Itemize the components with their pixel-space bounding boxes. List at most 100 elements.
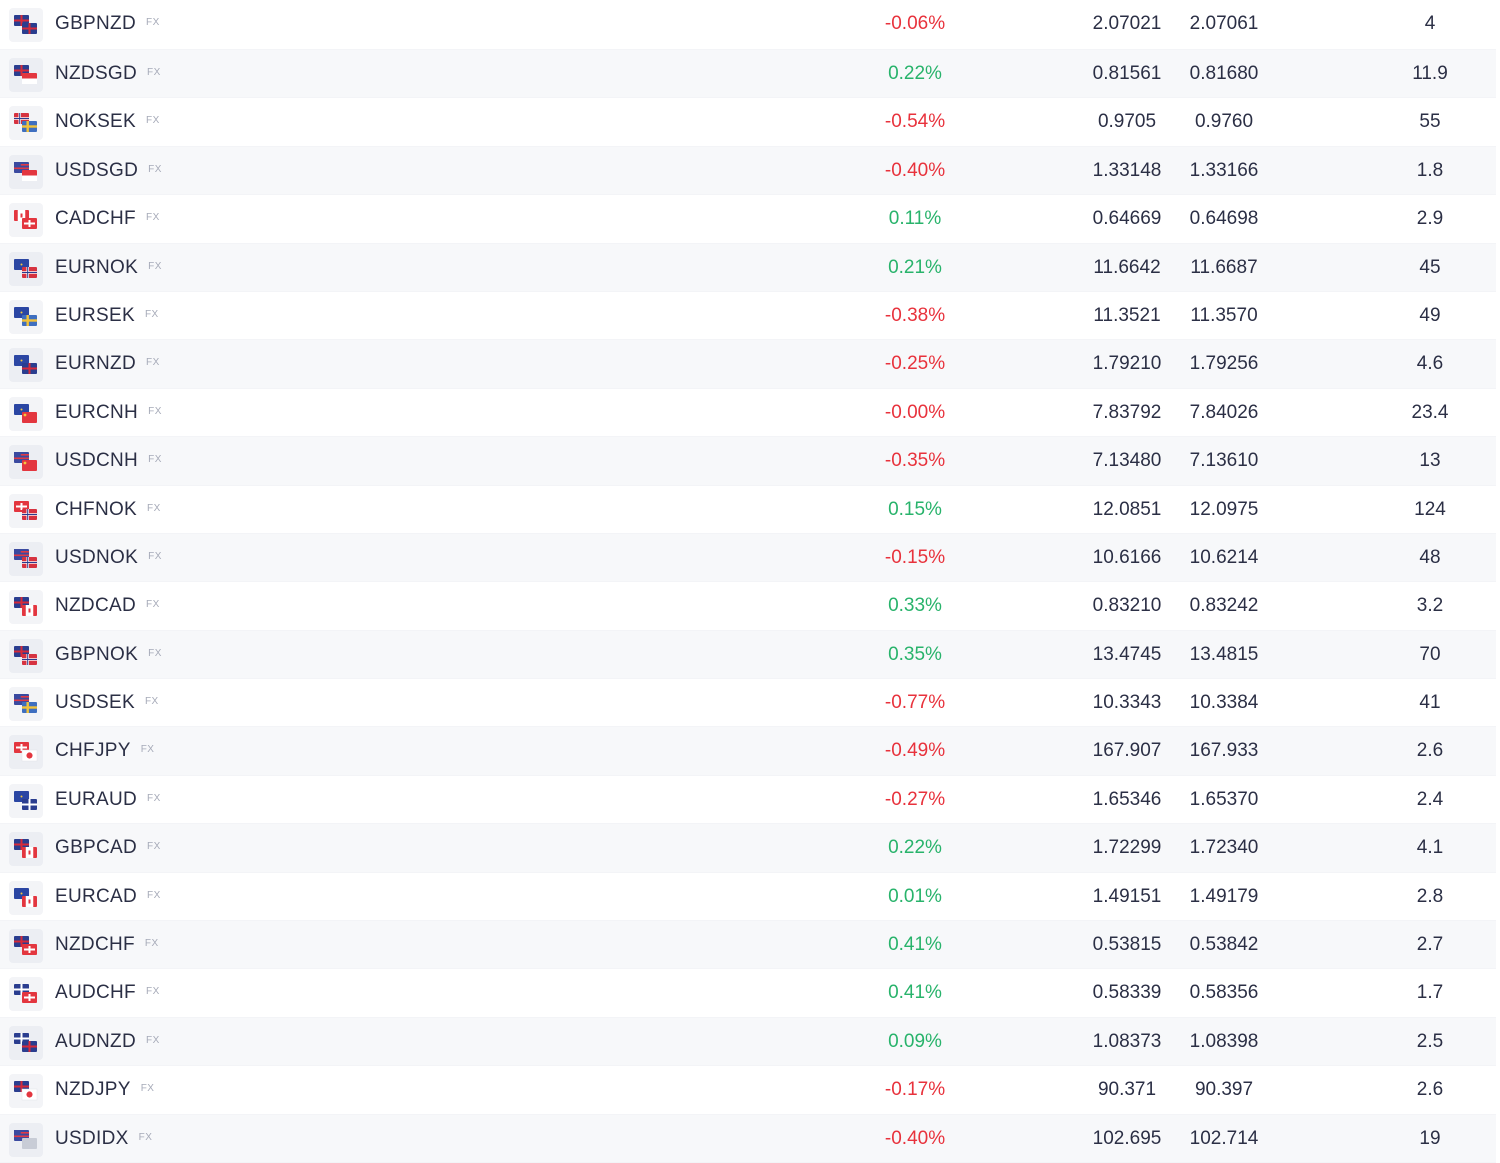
instrument-symbol: CADCHF FX [55, 195, 160, 243]
currency-flags-icon [9, 832, 43, 867]
bid-price: 1.33148 [1092, 159, 1162, 181]
bid-price: 7.83792 [1092, 401, 1162, 423]
table-row[interactable]: EURAUD FX -0.27% 1.65346 1.65370 2.4 [0, 776, 1496, 825]
spread-value: 4.1 [1416, 837, 1444, 859]
currency-flags-icon [9, 493, 43, 528]
spread-value: 19 [1419, 1127, 1441, 1149]
table-row[interactable]: CHFJPY FX -0.49% 167.907 167.933 2.6 [0, 727, 1496, 776]
instrument-symbol: EURSEK FX [55, 292, 159, 340]
bid-price: 1.49151 [1092, 885, 1162, 907]
spread-value: 2.8 [1416, 885, 1444, 907]
table-row[interactable]: USDNOK FX -0.15% 10.6166 10.6214 48 [0, 533, 1496, 583]
asset-type-badge: FX [147, 841, 161, 853]
change-percent: 0.35% [888, 643, 942, 665]
asset-type-badge: FX [138, 1131, 153, 1143]
table-row[interactable]: NZDSGD FX 0.22% 0.81561 0.81680 11.9 [0, 50, 1496, 99]
table-row[interactable]: NZDCAD FX 0.33% 0.83210 0.83242 3.2 [0, 582, 1496, 631]
spread-value: 49 [1419, 304, 1441, 326]
asset-type-badge: FX [148, 454, 162, 466]
instrument-symbol: NOKSEK FX [55, 98, 160, 146]
spread-value: 1.8 [1416, 159, 1444, 181]
spread-value: 2.4 [1416, 788, 1444, 810]
ask-price: 7.84026 [1189, 401, 1259, 423]
ask-price: 12.0975 [1189, 498, 1259, 520]
ask-price: 1.79256 [1189, 353, 1259, 375]
asset-type-badge: FX [145, 357, 160, 369]
change-percent: 0.33% [888, 595, 942, 617]
spread-value: 1.7 [1416, 982, 1444, 1004]
change-percent: 0.41% [888, 934, 942, 956]
instrument-symbol: EURAUD FX [55, 776, 161, 824]
change-percent: 0.15% [888, 498, 942, 520]
change-percent: -0.49% [884, 740, 946, 762]
table-row[interactable]: USDSGD FX -0.40% 1.33148 1.33166 1.8 [0, 146, 1496, 196]
instrument-symbol: NZDCHF FX [55, 921, 159, 969]
currency-flags-icon [9, 348, 43, 383]
bid-price: 0.53815 [1092, 934, 1162, 956]
instrument-symbol: NZDSGD FX [55, 50, 161, 98]
table-row[interactable]: GBPNOK FX 0.35% 13.4745 13.4815 70 [0, 630, 1496, 680]
table-row[interactable]: CHFNOK FX 0.15% 12.0851 12.0975 124 [0, 486, 1496, 534]
change-percent: -0.35% [884, 450, 946, 472]
table-row[interactable]: GBPCAD FX 0.22% 1.72299 1.72340 4.1 [0, 824, 1496, 873]
spread-value: 2.6 [1416, 1079, 1444, 1101]
instrument-symbol: USDSEK FX [55, 679, 159, 727]
currency-flags-icon [9, 1122, 43, 1157]
currency-flags-icon [9, 8, 43, 42]
table-row[interactable]: EURNOK FX 0.21% 11.6642 11.6687 45 [0, 243, 1496, 292]
bid-price: 2.07021 [1092, 13, 1162, 34]
asset-type-badge: FX [144, 308, 159, 320]
asset-type-badge: FX [146, 115, 160, 127]
table-row[interactable]: AUDCHF FX 0.41% 0.58339 0.58356 1.7 [0, 969, 1496, 1018]
bid-price: 1.65346 [1092, 788, 1162, 810]
currency-flags-icon [9, 1074, 43, 1109]
instrument-symbol: USDCNH FX [55, 437, 162, 485]
table-row[interactable]: CADCHF FX 0.11% 0.64669 0.64698 2.9 [0, 195, 1496, 244]
spread-value: 2.7 [1416, 934, 1444, 956]
instrument-symbol: EURCAD FX [55, 873, 161, 921]
bid-price: 12.0851 [1092, 498, 1162, 520]
asset-type-badge: FX [148, 550, 162, 562]
bid-price: 10.3343 [1092, 692, 1162, 714]
change-percent: 0.22% [888, 63, 942, 84]
change-percent: -0.15% [884, 546, 946, 568]
table-row[interactable]: EURCNH FX -0.00% 7.83792 7.84026 23.4 [0, 389, 1496, 438]
spread-value: 55 [1419, 111, 1441, 133]
instrument-symbol: CHFNOK FX [55, 486, 161, 534]
currency-flags-icon [9, 783, 43, 818]
change-percent: -0.54% [884, 111, 946, 133]
currency-flags-icon [9, 590, 43, 625]
change-percent: 0.01% [888, 885, 942, 907]
table-row[interactable]: USDSEK FX -0.77% 10.3343 10.3384 41 [0, 679, 1496, 728]
asset-type-badge: FX [145, 986, 160, 998]
bid-price: 0.9705 [1097, 111, 1157, 133]
asset-type-badge: FX [144, 938, 159, 950]
asset-type-badge: FX [147, 889, 161, 901]
table-row[interactable]: USDCNH FX -0.35% 7.13480 7.13610 13 [0, 437, 1496, 486]
change-percent: 0.41% [888, 982, 942, 1004]
currency-flags-icon [9, 687, 43, 722]
table-row[interactable]: NZDJPY FX -0.17% 90.371 90.397 2.6 [0, 1066, 1496, 1115]
asset-type-badge: FX [144, 696, 159, 708]
ask-price: 10.3384 [1189, 692, 1259, 714]
instrument-symbol: NZDJPY FX [55, 1066, 154, 1114]
change-percent: -0.06% [884, 13, 946, 34]
currency-flags-icon [9, 541, 43, 576]
table-row[interactable]: NOKSEK FX -0.54% 0.9705 0.9760 55 [0, 98, 1496, 147]
table-row[interactable]: GBPNZD FX -0.06% 2.07021 2.07061 4 [0, 0, 1496, 50]
table-row[interactable]: EURCAD FX 0.01% 1.49151 1.49179 2.8 [0, 873, 1496, 922]
ask-price: 2.07061 [1189, 13, 1259, 34]
currency-flags-icon [9, 299, 43, 334]
bid-price: 0.58339 [1092, 982, 1162, 1004]
change-percent: -0.25% [884, 353, 946, 375]
table-row[interactable]: NZDCHF FX 0.41% 0.53815 0.53842 2.7 [0, 921, 1496, 970]
bid-price: 10.6166 [1092, 546, 1162, 568]
table-row[interactable]: EURNZD FX -0.25% 1.79210 1.79256 4.6 [0, 340, 1496, 389]
bid-price: 0.64669 [1092, 208, 1162, 230]
fx-quotes-table: GBPNZD FX -0.06% 2.07021 2.07061 4 NZDSGD… [0, 0, 1500, 1163]
bid-price: 11.6642 [1093, 256, 1161, 278]
change-percent: -0.40% [884, 1127, 946, 1149]
table-row[interactable]: EURSEK FX -0.38% 11.3521 11.3570 49 [0, 292, 1496, 341]
table-row[interactable]: AUDNZD FX 0.09% 1.08373 1.08398 2.5 [0, 1017, 1496, 1067]
bid-price: 11.3521 [1093, 304, 1161, 326]
